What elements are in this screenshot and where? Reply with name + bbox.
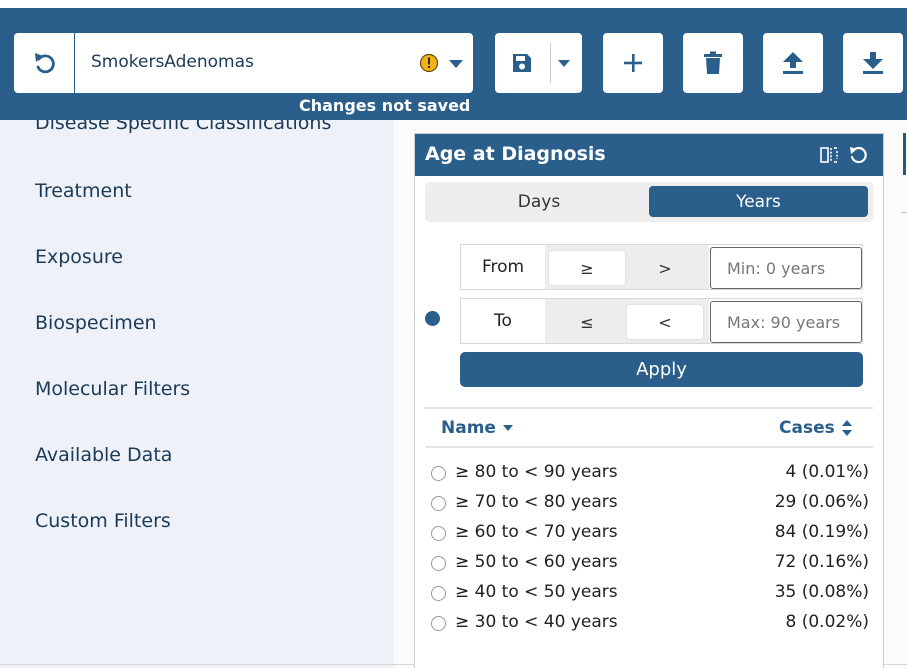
to-lte-button[interactable]: ≤: [549, 305, 625, 339]
row-cases: 35 (0.08%): [774, 582, 869, 602]
name-header-label: Name: [441, 418, 496, 438]
download-icon: [863, 52, 883, 74]
unit-toggle: Days Years: [425, 182, 873, 222]
row-cases: 29 (0.06%): [774, 492, 869, 512]
from-operator-group: ≥ >: [545, 245, 709, 289]
caret-down-icon: [502, 425, 513, 431]
row-name: ≥ 50 to < 60 years: [455, 552, 618, 572]
from-input[interactable]: [710, 247, 862, 289]
download-button[interactable]: [843, 33, 903, 93]
to-lt-button[interactable]: <: [627, 305, 703, 339]
table-row[interactable]: ≥ 30 to < 40 years 8 (0.02%): [429, 610, 869, 636]
from-gt-button[interactable]: >: [627, 251, 703, 285]
row-name: ≥ 40 to < 50 years: [455, 582, 618, 602]
card-title: Age at Diagnosis: [425, 143, 606, 165]
save-split-divider: [550, 43, 551, 83]
row-radio[interactable]: [431, 556, 446, 571]
undo-button[interactable]: [14, 33, 74, 93]
from-row: From ≥ >: [460, 244, 863, 290]
cohort-name: SmokersAdenomas: [91, 52, 254, 72]
upload-icon: [783, 52, 803, 74]
flip-icon[interactable]: [818, 144, 840, 166]
cohort-name-select[interactable]: SmokersAdenomas: [75, 33, 473, 93]
card-header: Age at Diagnosis: [415, 134, 883, 176]
delete-button[interactable]: [683, 33, 743, 93]
add-button[interactable]: [603, 33, 663, 93]
row-radio[interactable]: [431, 496, 446, 511]
to-input[interactable]: [710, 301, 862, 343]
sidebar-item-exposure[interactable]: Exposure: [35, 246, 123, 268]
days-tab[interactable]: Days: [429, 186, 649, 217]
sidebar-item-molecular-filters[interactable]: Molecular Filters: [35, 378, 190, 400]
row-name: ≥ 70 to < 80 years: [455, 492, 618, 512]
row-cases: 84 (0.19%): [774, 522, 869, 542]
custom-range-radio[interactable]: [425, 311, 440, 326]
sidebar-item-treatment[interactable]: Treatment: [35, 180, 132, 202]
table-header-divider: [425, 446, 873, 448]
sidebar-item-available-data[interactable]: Available Data: [35, 444, 172, 466]
apply-button[interactable]: Apply: [460, 352, 863, 387]
table-row[interactable]: ≥ 80 to < 90 years 4 (0.01%): [429, 460, 869, 486]
save-button[interactable]: [495, 33, 582, 93]
years-tab[interactable]: Years: [649, 186, 868, 217]
age-at-diagnosis-card: Age at Diagnosis Days Years From ≥ > Min…: [414, 133, 884, 668]
upload-button[interactable]: [763, 33, 823, 93]
to-operator-group: ≤ <: [545, 299, 709, 343]
floppy-disk-icon: [513, 54, 531, 72]
sidebar-item-biospecimen[interactable]: Biospecimen: [35, 312, 157, 334]
to-label: To: [494, 311, 512, 331]
sidebar-item-custom-filters[interactable]: Custom Filters: [35, 510, 171, 532]
row-cases: 4 (0.01%): [785, 462, 870, 482]
row-radio[interactable]: [431, 466, 446, 481]
save-options-caret-icon[interactable]: [557, 59, 571, 68]
sort-icon: [841, 420, 852, 436]
table-top-divider: [425, 407, 873, 409]
unsaved-changes-status: Changes not saved: [299, 96, 471, 115]
table-row[interactable]: ≥ 60 to < 70 years 84 (0.19%): [429, 520, 869, 546]
chevron-down-icon[interactable]: [448, 59, 464, 69]
cases-header-label: Cases: [779, 418, 835, 438]
row-name: ≥ 60 to < 70 years: [455, 522, 618, 542]
table-row[interactable]: ≥ 50 to < 60 years 72 (0.16%): [429, 550, 869, 576]
undo-icon: [35, 53, 55, 74]
from-label: From: [481, 257, 525, 277]
row-cases: 8 (0.02%): [785, 612, 870, 632]
name-column-header[interactable]: Name: [441, 418, 514, 438]
plus-icon: [624, 54, 642, 72]
reset-icon[interactable]: [847, 144, 869, 166]
table-row[interactable]: ≥ 70 to < 80 years 29 (0.06%): [429, 490, 869, 516]
adjacent-card-edge: [903, 133, 906, 175]
row-radio[interactable]: [431, 616, 446, 631]
trash-icon: [704, 51, 722, 74]
adjacent-card-divider: [901, 212, 907, 213]
row-radio[interactable]: [431, 586, 446, 601]
from-gte-button[interactable]: ≥: [549, 251, 625, 285]
warning-icon: [419, 53, 439, 73]
row-cases: 72 (0.16%): [774, 552, 869, 572]
row-name: ≥ 30 to < 40 years: [455, 612, 618, 632]
to-row: To ≤ <: [460, 298, 863, 344]
table-row[interactable]: ≥ 40 to < 50 years 35 (0.08%): [429, 580, 869, 606]
cases-column-header[interactable]: Cases: [779, 418, 853, 438]
row-name: ≥ 80 to < 90 years: [455, 462, 618, 482]
row-radio[interactable]: [431, 526, 446, 541]
